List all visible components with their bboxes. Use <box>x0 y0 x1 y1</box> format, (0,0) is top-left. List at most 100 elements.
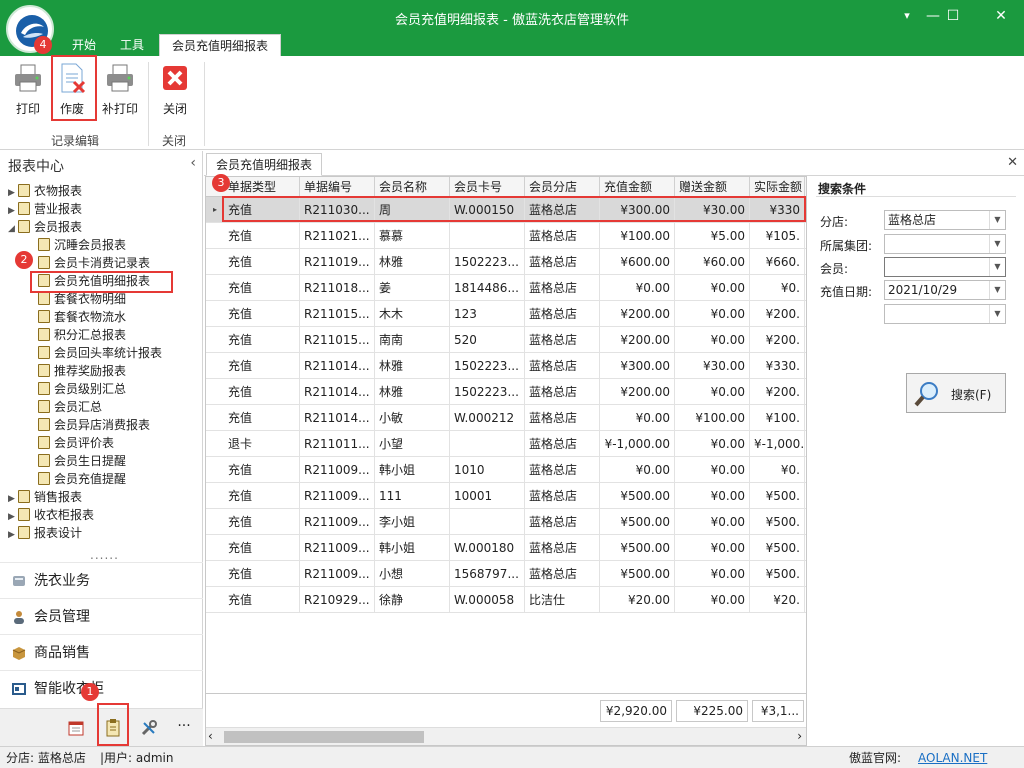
close-window-button[interactable]: ✕ <box>978 0 1024 34</box>
table-row[interactable]: 充值 R211009... 韩小姐 1010 蓝格总店 ¥0.00 ¥0.00 ¥0. <box>206 457 806 483</box>
expand-arrow-icon[interactable]: ▶ <box>8 526 18 544</box>
tree-item-points-summary[interactable]: 积分汇总报表 <box>38 326 126 344</box>
report-icon <box>38 436 50 449</box>
column-header[interactable]: 充值金额 <box>600 177 675 197</box>
close-report-button[interactable]: 关闭 <box>154 60 196 120</box>
tree-item-dormant-members[interactable]: 沉睡会员报表 <box>38 236 126 254</box>
tree-node-sales-reports[interactable]: ▶ 销售报表 <box>8 488 82 506</box>
tree-item-package-clothing-flow[interactable]: 套餐衣物流水 <box>38 308 126 326</box>
tab-member-recharge-report[interactable]: 会员充值明细报表 <box>159 34 281 56</box>
report-icon <box>38 364 50 377</box>
search-button[interactable]: 搜索(F) <box>906 373 1006 413</box>
nav-smart-locker[interactable]: 智能收衣柜 <box>0 670 203 706</box>
table-cell: 林雅 <box>375 379 450 405</box>
table-cell: 比洁仕 <box>525 587 600 613</box>
table-row[interactable]: 充值 R211014... 林雅 1502223... 蓝格总店 ¥300.00 ¥30.0… <box>206 353 806 379</box>
nav-product-sales[interactable]: 商品销售 <box>0 634 203 670</box>
table-cell: 木木 <box>375 301 450 327</box>
table-cell: ¥500. <box>750 483 805 509</box>
restore-button[interactable]: ☐ <box>930 0 976 34</box>
table-row[interactable]: 充值 R211014... 林雅 1502223... 蓝格总店 ¥200.00 ¥0.00… <box>206 379 806 405</box>
table-row[interactable]: 充值 R211021... 慕慕 蓝格总店 ¥100.00 ¥5.00 ¥105. <box>206 223 806 249</box>
report-center-panel: 报表中心 ‹ ▶ 衣物报表 ▶ 营业报表 ◢ 会员报表 沉睡会员报表 会员卡消费记录表… <box>0 151 203 746</box>
table-row[interactable]: 充值 R211009... 111 10001 蓝格总店 ¥500.00 ¥0.00 ¥500… <box>206 483 806 509</box>
print-button[interactable]: 打印 <box>7 60 49 120</box>
table-row[interactable]: 充值 R211009... 韩小姐 W.000180 蓝格总店 ¥500.00 ¥0.00 ¥… <box>206 535 806 561</box>
chevron-down-icon[interactable]: ▼ <box>989 258 1005 276</box>
table-cell: ¥100. <box>750 405 805 431</box>
column-header[interactable]: 赠送金额 <box>675 177 750 197</box>
column-header[interactable]: 会员分店 <box>525 177 600 197</box>
table-row[interactable]: 充值 R211018... 姜 1814486... 蓝格总店 ¥0.00 ¥0.00 ¥0. <box>206 275 806 301</box>
chevron-down-icon[interactable]: ▼ <box>989 235 1005 253</box>
document-tab-recharge-report[interactable]: 会员充值明细报表 <box>206 153 323 176</box>
chevron-down-icon[interactable]: ▼ <box>989 211 1005 229</box>
chevron-down-icon[interactable]: ▼ <box>989 305 1005 323</box>
table-row[interactable]: 充值 R211015... 木木 123 蓝格总店 ¥200.00 ¥0.00 ¥200. <box>206 301 806 327</box>
tree-item-cross-store-consumption[interactable]: 会员异店消费报表 <box>38 416 150 434</box>
table-cell: R211009... <box>300 483 375 509</box>
table-cell: ¥-1,000.00 <box>600 431 675 457</box>
tree-node-clothing-reports[interactable]: ▶ 衣物报表 <box>8 182 82 200</box>
table-cell: ¥500.00 <box>600 509 675 535</box>
collapse-panel-button[interactable]: ‹ <box>190 155 196 171</box>
table-cell: R211009... <box>300 561 375 587</box>
group-select[interactable]: ▼ <box>884 234 1006 254</box>
scroll-right-arrow[interactable]: › <box>797 729 802 743</box>
tree-item-recharge-reminder[interactable]: 会员充值提醒 <box>38 470 126 488</box>
collapse-arrow-icon[interactable]: ◢ <box>8 220 18 238</box>
table-row[interactable]: 充值 R211009... 李小姐 蓝格总店 ¥500.00 ¥0.00 ¥500. <box>206 509 806 535</box>
column-header[interactable]: 单据类型 <box>224 177 300 197</box>
tree-item-member-summary[interactable]: 会员汇总 <box>38 398 102 416</box>
tree-item-birthday-reminder[interactable]: 会员生日提醒 <box>38 452 126 470</box>
scroll-left-arrow[interactable]: ‹ <box>208 729 213 743</box>
more-options-button[interactable]: ··· <box>172 718 196 738</box>
reprint-icon <box>107 64 133 92</box>
printer-icon <box>15 64 41 92</box>
tree-item-referral-rewards[interactable]: 推荐奖励报表 <box>38 362 126 380</box>
column-header[interactable]: 会员名称 <box>375 177 450 197</box>
tree-node-report-design[interactable]: ▶ 报表设计 <box>8 524 82 542</box>
column-header[interactable]: 会员卡号 <box>450 177 525 197</box>
column-header[interactable]: 单据编号 <box>300 177 375 197</box>
tab-start[interactable]: 开始 <box>62 34 106 56</box>
table-cell: 充值 <box>224 405 300 431</box>
table-row[interactable]: 充值 R211019... 林雅 1502223... 蓝格总店 ¥600.00 ¥60.0… <box>206 249 806 275</box>
horizontal-scrollbar[interactable]: ‹ › <box>206 727 806 745</box>
official-site-link[interactable]: AOLAN.NET <box>918 747 987 768</box>
table-row[interactable]: 充值 R210929... 徐静 W.000058 比洁仕 ¥20.00 ¥0.00 ¥20. <box>206 587 806 613</box>
table-cell: ¥200.00 <box>600 379 675 405</box>
table-row[interactable]: 退卡 R211011... 小望 蓝格总店 ¥-1,000.00 ¥0.00 ¥-1,000… <box>206 431 806 457</box>
panel-splitter-grip[interactable]: ...... <box>90 548 119 562</box>
tree-item-return-rate[interactable]: 会员回头率统计报表 <box>38 344 162 362</box>
recharge-date-end[interactable]: ▼ <box>884 304 1006 324</box>
tree-item-card-consumption[interactable]: 会员卡消费记录表 <box>38 254 150 272</box>
nav-member-management[interactable]: 会员管理 <box>0 598 203 634</box>
tree-item-member-reviews[interactable]: 会员评价表 <box>38 434 114 452</box>
store-select[interactable]: 蓝格总店 ▼ <box>884 210 1006 230</box>
document-close-icon[interactable]: ✕ <box>1007 155 1018 170</box>
recharge-date-start[interactable]: 2021/10/29 ▼ <box>884 280 1006 300</box>
table-row[interactable]: 充值 R211009... 小想 1568797... 蓝格总店 ¥500.00 ¥0.00… <box>206 561 806 587</box>
column-header[interactable]: 实际金额 <box>750 177 805 197</box>
reprint-button[interactable]: 补打印 <box>98 60 142 120</box>
calendar-icon[interactable] <box>66 718 86 738</box>
chevron-down-icon[interactable]: ▼ <box>989 281 1005 299</box>
table-cell: ¥500. <box>750 535 805 561</box>
nav-laundry-business[interactable]: 洗衣业务 <box>0 562 203 598</box>
search-conditions-panel: 搜索条件 分店: 蓝格总店 ▼ 所属集团: ▼ 会员: ▼ 充值日期: 2021/… <box>808 176 1024 746</box>
tree-node-business-reports[interactable]: ▶ 营业报表 <box>8 200 82 218</box>
scroll-thumb[interactable] <box>224 731 424 743</box>
table-cell: ¥500. <box>750 561 805 587</box>
tree-item-level-summary[interactable]: 会员级别汇总 <box>38 380 126 398</box>
tree-node-member-reports[interactable]: ◢ 会员报表 <box>8 218 82 236</box>
member-select[interactable]: ▼ <box>884 257 1006 277</box>
tab-tools[interactable]: 工具 <box>110 34 154 56</box>
table-cell: ¥500.00 <box>600 535 675 561</box>
table-row[interactable]: 充值 R211014... 小敏 W.000212 蓝格总店 ¥0.00 ¥100.00 ¥1… <box>206 405 806 431</box>
table-cell: 林雅 <box>375 249 450 275</box>
table-row[interactable]: 充值 R211015... 南南 520 蓝格总店 ¥200.00 ¥0.00 ¥200. <box>206 327 806 353</box>
tools-icon[interactable] <box>139 718 159 738</box>
tree-node-locker-reports[interactable]: ▶ 收衣柜报表 <box>8 506 94 524</box>
table-cell: 1502223... <box>450 249 525 275</box>
